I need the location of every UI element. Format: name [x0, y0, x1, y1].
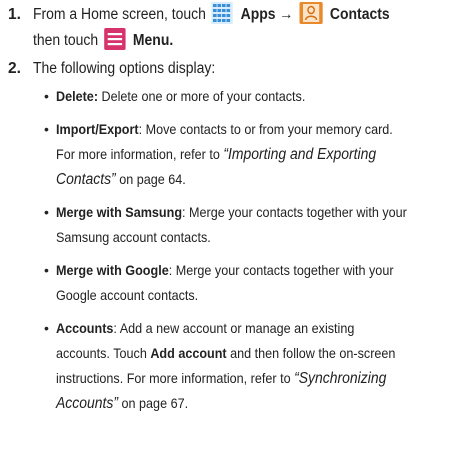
manual-page: 1. From a Home screen, touch Apps → Cont…: [0, 0, 474, 454]
menu-label: Menu.: [132, 32, 174, 49]
contacts-person-icon: [299, 1, 323, 24]
bullet-icon: •: [44, 262, 49, 278]
cross-reference: “Synchronizing: [294, 370, 387, 387]
apps-label: Apps →: [240, 6, 294, 23]
step-1-line-2: then touch Menu.: [33, 27, 174, 54]
bullet-term: Import/Export: [56, 121, 139, 137]
step-1-line-1: From a Home screen, touch Apps → Contact…: [33, 1, 390, 28]
cross-reference: “Importing and Exporting: [223, 146, 377, 163]
cross-reference: Contacts”: [56, 171, 116, 188]
bullet-term: Accounts: [56, 320, 114, 336]
step-number: 1.: [8, 6, 21, 23]
menu-icon: [103, 27, 126, 50]
contacts-label: Contacts: [329, 6, 390, 23]
add-account-label: Add account: [150, 345, 227, 361]
step-number: 2.: [8, 60, 21, 77]
bullet-icon: •: [44, 320, 49, 336]
bullet-term: Merge with Google: [56, 262, 169, 278]
apps-grid-icon: [211, 1, 234, 24]
bullet-icon: •: [44, 204, 49, 220]
step-2-text: The following options display:: [33, 60, 216, 77]
cross-reference: Accounts”: [56, 395, 119, 412]
bullet-term: Merge with Samsung: [56, 204, 183, 220]
bullet-icon: •: [44, 88, 49, 104]
bullet-icon: •: [44, 121, 49, 137]
bullet-term: Delete:: [56, 88, 99, 104]
